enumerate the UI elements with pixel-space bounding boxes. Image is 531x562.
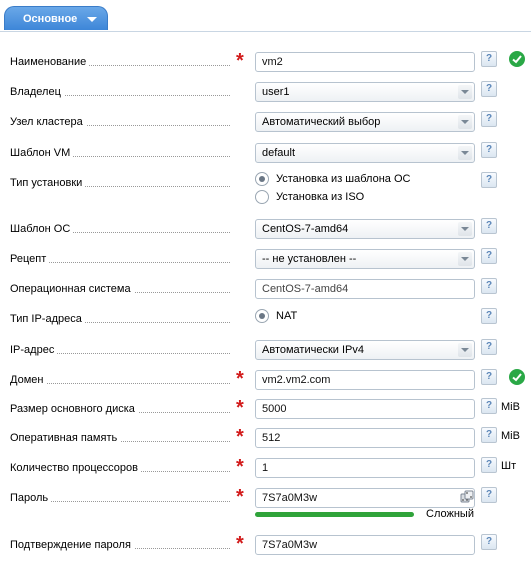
field-vm-template-row: Шаблон VM default ?	[0, 142, 531, 167]
help-icon[interactable]: ?	[481, 427, 497, 443]
field-name-label: Наименование	[10, 54, 90, 70]
dropdown-arrow-icon	[458, 343, 472, 357]
field-owner-row: Владелец user1 ?	[0, 81, 531, 106]
os-input: CentOS-7-amd64	[255, 279, 475, 299]
check-ok-icon	[509, 369, 525, 385]
field-password-confirm-row: Подтверждение пароля * 7S7a0M3w ?	[0, 533, 531, 559]
disk-unit: MiB	[501, 401, 520, 413]
field-disk-row: Размер основного диска * 5000 MiB ?	[0, 397, 531, 423]
field-recipe-label: Рецепт	[10, 251, 50, 267]
install-template-radio[interactable]	[255, 172, 269, 186]
install-iso-label: Установка из ISO	[276, 191, 365, 203]
help-icon[interactable]: ?	[481, 142, 497, 158]
recipe-select[interactable]: -- не установлен --	[255, 249, 475, 269]
required-mark: *	[236, 368, 244, 390]
help-icon[interactable]: ?	[481, 248, 497, 264]
dropdown-arrow-icon	[458, 222, 472, 236]
install-iso-radio[interactable]	[255, 190, 269, 204]
field-cpu-row: Количество процессоров * 1 Шт ?	[0, 456, 531, 482]
field-os-label: Операционная система	[10, 281, 134, 297]
help-icon[interactable]: ?	[481, 218, 497, 234]
ip-type-nat-radio[interactable]	[255, 309, 269, 323]
password-input[interactable]: 7S7a0M3w	[255, 488, 475, 508]
field-disk-label: Размер основного диска	[10, 401, 138, 417]
help-icon[interactable]: ?	[481, 51, 497, 67]
field-domain-label: Домен	[10, 372, 47, 388]
field-domain-row: Домен * vm2.vm2.com ?	[0, 368, 531, 394]
field-node-row: Узел кластера Автоматический выбор ?	[0, 111, 531, 136]
password-confirm-input[interactable]: 7S7a0M3w	[255, 535, 475, 555]
field-node-label: Узел кластера	[10, 114, 86, 130]
help-icon[interactable]: ?	[481, 339, 497, 355]
ram-input[interactable]: 512	[255, 428, 475, 448]
help-icon[interactable]: ?	[481, 398, 497, 414]
help-icon[interactable]: ?	[481, 534, 497, 550]
field-os-template-label: Шаблон ОС	[10, 221, 74, 237]
field-ip-label: IP-адрес	[10, 342, 58, 358]
ram-unit: MiB	[501, 430, 520, 442]
field-password-confirm-label: Подтверждение пароля	[10, 537, 134, 553]
disk-size-input[interactable]: 5000	[255, 399, 475, 419]
help-icon[interactable]: ?	[481, 81, 497, 97]
required-mark: *	[236, 456, 244, 478]
field-ip-type-row: Тип IP-адреса NAT ?	[0, 308, 531, 333]
help-icon[interactable]: ?	[481, 487, 497, 503]
field-os-template-row: Шаблон ОС CentOS-7-amd64 ?	[0, 218, 531, 243]
dropdown-arrow-icon	[458, 85, 472, 99]
owner-select[interactable]: user1	[255, 82, 475, 102]
field-owner-label: Владелец	[10, 84, 64, 100]
required-mark: *	[236, 533, 244, 555]
field-ip-type-label: Тип IP-адреса	[10, 311, 85, 327]
tab-main[interactable]: Основное	[4, 6, 108, 30]
password-strength-bar	[255, 512, 414, 517]
password-strength-label: Сложный	[426, 508, 474, 520]
help-icon[interactable]: ?	[481, 369, 497, 385]
dropdown-arrow-icon	[458, 146, 472, 160]
help-icon[interactable]: ?	[481, 278, 497, 294]
dropdown-arrow-icon	[458, 115, 472, 129]
field-recipe-row: Рецепт -- не установлен -- ?	[0, 248, 531, 273]
help-icon[interactable]: ?	[481, 308, 497, 324]
field-install-type-row: Тип установки Установка из шаблона ОС Ус…	[0, 172, 531, 211]
cpu-input[interactable]: 1	[255, 458, 475, 478]
domain-input[interactable]: vm2.vm2.com	[255, 370, 475, 390]
os-template-select[interactable]: CentOS-7-amd64	[255, 219, 475, 239]
ip-select[interactable]: Автоматически IPv4	[255, 340, 475, 360]
help-icon[interactable]: ?	[481, 111, 497, 127]
vm-template-select[interactable]: default	[255, 143, 475, 163]
required-mark: *	[236, 486, 244, 508]
check-ok-icon	[509, 51, 525, 67]
field-vm-template-label: Шаблон VM	[10, 145, 74, 161]
field-os-row: Операционная система CentOS-7-amd64 ?	[0, 278, 531, 303]
tab-bar: Основное	[0, 0, 531, 32]
field-name-row: Наименование * vm2 ?	[0, 50, 531, 76]
name-input[interactable]: vm2	[255, 52, 475, 72]
field-ram-label: Оперативная память	[10, 430, 121, 446]
dropdown-arrow-icon	[458, 252, 472, 266]
field-password-label: Пароль	[10, 490, 52, 506]
field-cpu-label: Количество процессоров	[10, 460, 141, 476]
generate-password-icon[interactable]	[460, 490, 474, 504]
required-mark: *	[236, 50, 244, 72]
field-ram-row: Оперативная память * 512 MiB ?	[0, 426, 531, 452]
field-ip-row: IP-адрес Автоматически IPv4 ?	[0, 339, 531, 364]
cpu-unit: Шт	[501, 460, 517, 472]
help-icon[interactable]: ?	[481, 172, 497, 188]
install-template-label: Установка из шаблона ОС	[276, 173, 411, 185]
required-mark: *	[236, 426, 244, 448]
node-select[interactable]: Автоматический выбор	[255, 112, 475, 132]
chevron-down-icon	[87, 17, 97, 22]
help-icon[interactable]: ?	[481, 457, 497, 473]
field-install-type-label: Тип установки	[10, 175, 86, 191]
required-mark: *	[236, 397, 244, 419]
ip-type-nat-label: NAT	[276, 310, 298, 322]
tab-main-label: Основное	[23, 13, 78, 25]
